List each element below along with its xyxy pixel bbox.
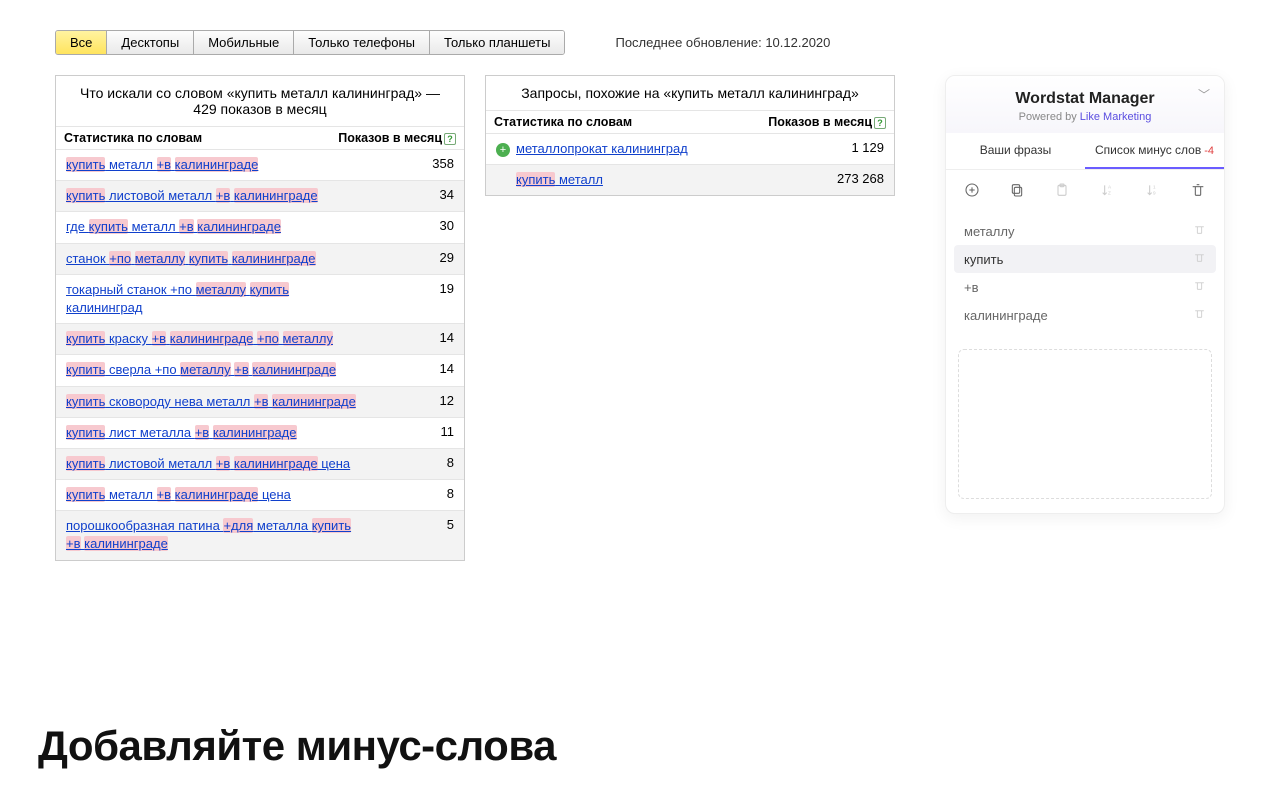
minus-word-text: калининграде [964,308,1048,323]
impressions-count: 358 [432,156,454,171]
query-link[interactable]: купить листовой металл +в калининграде ц… [66,455,350,473]
panel-header-row: Статистика по словам Показов в месяц? [486,110,894,133]
svg-text:A: A [1108,185,1112,190]
add-icon[interactable] [962,182,982,201]
impressions-count: 12 [440,393,454,408]
sort-num-icon[interactable]: 19 [1143,182,1163,201]
device-tab-2[interactable]: Мобильные [193,31,293,54]
tab-minus-words[interactable]: Список минус слов-4 [1085,133,1224,169]
query-link[interactable]: купить металл +в калининграде цена [66,486,291,504]
searched-with-panel: Что искали со словом «купить металл кали… [55,75,465,561]
panel-header-row: Статистика по словам Показов в месяц? [56,126,464,149]
impressions-count: 5 [447,517,454,532]
table-row: купить листовой металл +в калининграде ц… [56,448,464,479]
query-link[interactable]: купить сковороду нева металл +в калининг… [66,393,356,411]
impressions-count: 19 [440,281,454,296]
table-row: токарный станок +по металлу купить калин… [56,274,464,323]
query-link[interactable]: купить краску +в калининграде +по металл… [66,330,333,348]
similar-queries-panel: Запросы, похожие на «купить металл калин… [485,75,895,196]
paste-icon[interactable] [1052,182,1072,201]
delete-word-icon[interactable] [1193,223,1206,239]
tab-your-phrases[interactable]: Ваши фразы [946,133,1085,169]
table-row: станок +по металлу купить калининграде 29 [56,243,464,274]
impressions-count: 273 268 [837,171,884,186]
delete-word-icon[interactable] [1193,307,1206,323]
table-row: + металлопрокат калининград 1 129 [486,133,894,164]
widget-subtitle: Powered by Like Marketing [956,111,1214,123]
query-link[interactable]: купить лист металла +в калининграде [66,424,297,442]
table-row: купить лист металла +в калининграде 11 [56,417,464,448]
col-count: Показов в месяц? [338,131,456,145]
impressions-count: 29 [440,250,454,265]
add-phrase-icon[interactable]: + [496,143,510,157]
minus-count-badge: -4 [1204,145,1214,157]
chevron-down-icon[interactable]: ﹀ [1198,86,1210,103]
device-tab-4[interactable]: Только планшеты [429,31,564,54]
device-tab-1[interactable]: Десктопы [106,31,193,54]
query-link[interactable]: токарный станок +по металлу купить калин… [66,281,356,317]
impressions-count: 8 [447,486,454,501]
minus-word-item[interactable]: металлу [954,217,1216,245]
impressions-count: 30 [440,218,454,233]
minus-word-text: купить [964,252,1003,267]
last-update-label: Последнее обновление: 10.12.2020 [615,35,830,50]
widget-toolbar: AZ 19 [946,170,1224,213]
wordstat-manager-widget: ﹀ Wordstat Manager Powered by Like Marke… [945,75,1225,514]
query-link[interactable]: купить сверла +по металлу +в калининград… [66,361,336,379]
help-icon[interactable]: ? [874,117,886,129]
table-row: купить краску +в калининграде +по металл… [56,323,464,354]
device-tabs: ВсеДесктопыМобильныеТолько телефоныТольк… [55,30,565,55]
col-words: Статистика по словам [494,115,632,129]
minus-word-item[interactable]: +в [954,273,1216,301]
promo-caption: Добавляйте минус-слова [38,722,556,770]
sort-az-icon[interactable]: AZ [1098,182,1118,201]
svg-text:9: 9 [1153,191,1156,196]
col-count: Показов в месяц? [768,115,886,129]
help-icon[interactable]: ? [444,133,456,145]
impressions-count: 11 [441,424,455,439]
svg-text:Z: Z [1108,191,1111,196]
query-link[interactable]: купить металл [516,172,603,187]
impressions-count: 14 [440,361,454,376]
delete-all-icon[interactable] [1188,182,1208,201]
query-link[interactable]: купить металл +в калининграде [66,156,258,174]
col-words: Статистика по словам [64,131,202,145]
drop-zone[interactable] [958,349,1212,499]
query-link[interactable]: металлопрокат калининград [516,141,688,156]
query-link[interactable]: где купить металл +в калининграде [66,218,281,236]
query-link[interactable]: купить листовой металл +в калининграде [66,187,318,205]
table-row: купить металл 273 268 [486,164,894,195]
device-tab-0[interactable]: Все [56,31,106,54]
table-row: купить металл +в калининграде цена 8 [56,479,464,510]
powered-by-link[interactable]: Like Marketing [1080,111,1152,123]
svg-text:1: 1 [1153,185,1156,190]
copy-icon[interactable] [1007,182,1027,201]
minus-word-item[interactable]: купить [954,245,1216,273]
table-row: где купить металл +в калининграде 30 [56,211,464,242]
table-row: купить сковороду нева металл +в калининг… [56,386,464,417]
panel-title: Что искали со словом «купить металл кали… [56,76,464,126]
minus-word-item[interactable]: калининграде [954,301,1216,329]
table-row: купить сверла +по металлу +в калининград… [56,354,464,385]
table-row: купить металл +в калининграде 358 [56,149,464,180]
minus-word-text: металлу [964,224,1014,239]
impressions-count: 14 [440,330,454,345]
query-link[interactable]: порошкообразная патина +для металла купи… [66,517,356,553]
device-tab-3[interactable]: Только телефоны [293,31,429,54]
widget-title: Wordstat Manager [956,90,1214,108]
impressions-count: 1 129 [851,140,884,155]
impressions-count: 34 [440,187,454,202]
minus-word-text: +в [964,280,979,295]
table-row: купить листовой металл +в калининграде 34 [56,180,464,211]
table-row: порошкообразная патина +для металла купи… [56,510,464,559]
delete-word-icon[interactable] [1193,251,1206,267]
query-link[interactable]: станок +по металлу купить калининграде [66,250,316,268]
delete-word-icon[interactable] [1193,279,1206,295]
impressions-count: 8 [447,455,454,470]
panel-title: Запросы, похожие на «купить металл калин… [486,76,894,110]
